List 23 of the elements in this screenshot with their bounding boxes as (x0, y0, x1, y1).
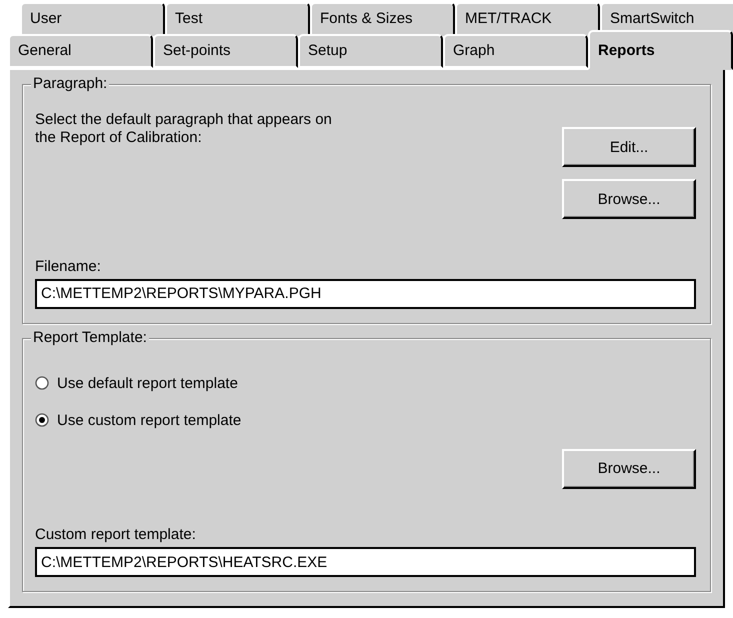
template-field[interactable]: C:\METTEMP2\REPORTS\HEATSRC.EXE (35, 547, 696, 577)
filename-field[interactable]: C:\METTEMP2\REPORTS\MYPARA.PGH (35, 278, 696, 309)
tab[interactable]: MET/TRACK (455, 2, 600, 36)
radio-button[interactable] (35, 413, 49, 428)
group-title: Report Template: (31, 328, 149, 346)
tab[interactable]: Fonts & Sizes (310, 2, 455, 36)
field-label: Filename: (35, 258, 102, 275)
tab[interactable]: Set-points (153, 34, 298, 68)
tab[interactable]: Reports (588, 30, 733, 70)
group-title: Paragraph: (31, 75, 110, 92)
tab[interactable]: Setup (298, 34, 443, 68)
radio-label: Use custom report template (57, 412, 242, 429)
tab[interactable]: User (20, 2, 165, 36)
description-text: Select the default paragraph that appears on the Report of Calibration: (35, 111, 332, 147)
tab[interactable]: General (8, 34, 153, 68)
edit-button[interactable]: Edit... (562, 127, 696, 167)
radio-button[interactable] (35, 376, 49, 390)
tab[interactable]: Test (165, 2, 310, 36)
tab[interactable]: Graph (443, 34, 588, 68)
browse-button[interactable]: Browse... (562, 448, 696, 489)
browse-button[interactable]: Browse... (562, 179, 696, 219)
field-label: Custom report template: (35, 526, 197, 543)
radio-label: Use default report template (57, 374, 238, 392)
